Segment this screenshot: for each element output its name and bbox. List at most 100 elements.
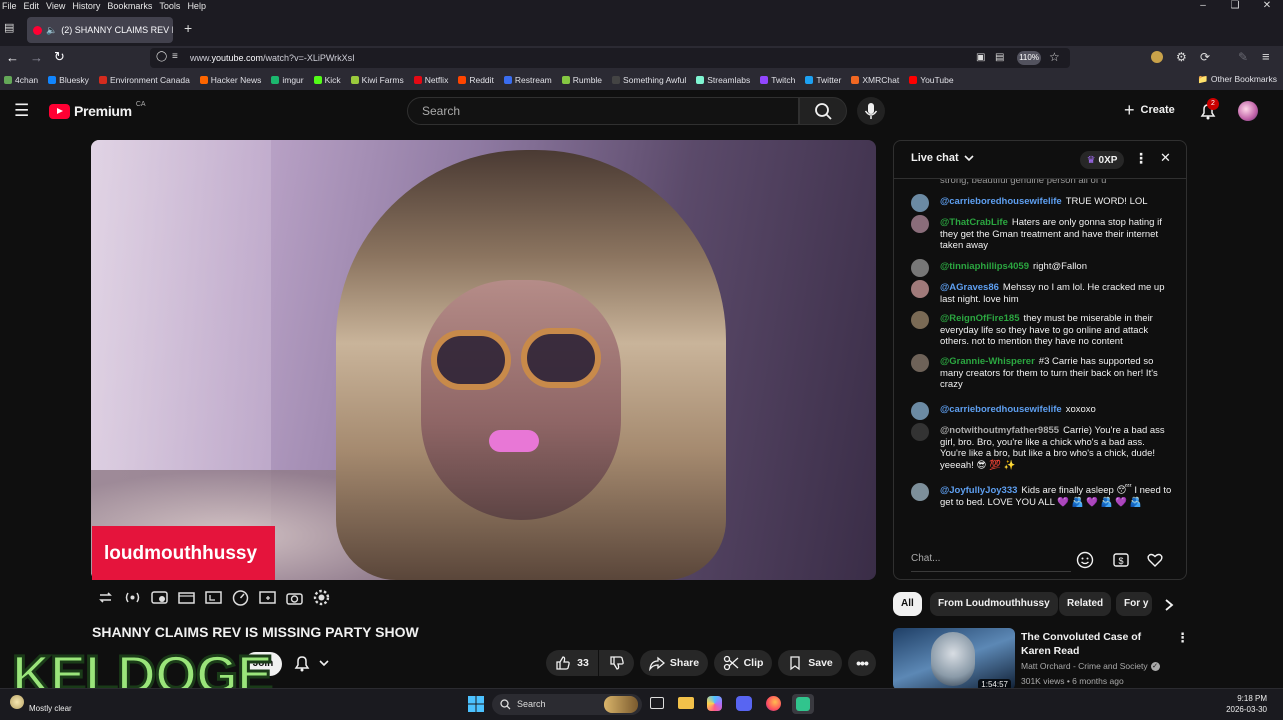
bookmark-item[interactable]: Twitch	[760, 75, 795, 85]
back-icon[interactable]: ←	[6, 50, 19, 65]
bookmark-item[interactable]: Something Awful	[612, 75, 686, 85]
youtube-logo[interactable]: Premium CA	[49, 101, 146, 119]
bookmark-item[interactable]: imgur	[271, 75, 304, 85]
video-player[interactable]	[91, 140, 876, 580]
extensions-icon[interactable]: ⚙	[1176, 50, 1187, 64]
chat-message[interactable]: @ReignOfFire185 they must be miserable in…	[940, 313, 1172, 348]
bookmark-star-icon[interactable]: ☆	[1049, 50, 1060, 64]
chat-author[interactable]: @ThatCrabLife	[940, 217, 1008, 228]
chat-author[interactable]: @Grannie-Whisperer	[940, 356, 1035, 367]
super-chat-icon[interactable]: $	[1112, 551, 1130, 569]
discord-icon[interactable]	[736, 696, 752, 711]
chat-message[interactable]: @Grannie-Whisperer #3 Carrie has supporte…	[940, 356, 1172, 391]
chip-from-channel[interactable]: From Loudmouthhussy	[930, 592, 1058, 616]
firefox-icon[interactable]	[766, 696, 781, 711]
chat-message[interactable]: @notwithoutmyfather9855 Carrie) You're a …	[940, 425, 1172, 471]
heart-icon[interactable]	[1146, 551, 1164, 569]
chat-avatar[interactable]	[911, 259, 929, 277]
create-button[interactable]: + Create	[1124, 101, 1175, 119]
copilot-icon[interactable]	[707, 696, 722, 711]
close-chat-icon[interactable]: ✕	[1160, 150, 1171, 166]
bookmark-item[interactable]: Hacker News	[199, 75, 261, 85]
bookmark-item[interactable]: Kiwi Farms	[350, 75, 404, 85]
bookmark-item[interactable]: Restream	[503, 75, 552, 85]
chat-avatar[interactable]	[911, 311, 929, 329]
save-button[interactable]: Save	[778, 650, 842, 676]
share-button[interactable]: Share	[640, 650, 708, 676]
menu-history[interactable]: History	[70, 1, 105, 11]
chat-mode-dropdown[interactable]: Live chat	[911, 152, 975, 164]
windows-start-icon[interactable]	[467, 695, 485, 713]
camera-icon[interactable]	[285, 588, 304, 607]
related-video-title[interactable]: The Convoluted Case of Karen Read	[1021, 630, 1169, 658]
other-bookmarks[interactable]: 📁 Other Bookmarks	[1198, 74, 1277, 85]
reader-view-icon[interactable]: ▤	[995, 52, 1004, 63]
maximize-icon[interactable]: ❑	[1219, 0, 1251, 12]
tab-youtube[interactable]: 🔈 (2) SHANNY CLAIMS REV IS ✕	[27, 17, 173, 43]
chat-avatar[interactable]	[911, 483, 929, 501]
chat-author[interactable]: @tinniaphillips4059	[940, 261, 1029, 272]
related-video-thumbnail[interactable]: 1:54:57	[893, 628, 1015, 690]
menu-view[interactable]: View	[44, 1, 70, 11]
avatar[interactable]	[1238, 101, 1258, 121]
loop-icon[interactable]	[96, 588, 115, 607]
chat-message[interactable]: @AGraves86 Mehssy no I am lol. He cracked…	[940, 282, 1172, 305]
system-clock[interactable]: 9:18 PM 2026-03-30	[1226, 693, 1267, 715]
screenshot-video-icon[interactable]	[150, 588, 169, 607]
chat-avatar[interactable]	[911, 402, 929, 420]
emoji-icon[interactable]	[1076, 551, 1094, 569]
chat-input[interactable]: Chat...	[911, 546, 1071, 572]
forward-icon[interactable]: →	[30, 50, 43, 65]
hamburger-menu-icon[interactable]: ☰	[14, 101, 29, 121]
chat-message[interactable]: @carrieboredhousewifelife TRUE WORD! LOL	[940, 196, 1172, 208]
task-view-icon[interactable]	[650, 697, 664, 709]
bookmark-item[interactable]: Environment Canada	[98, 75, 190, 85]
more-actions-button[interactable]: •••	[848, 650, 876, 676]
chip-for-you[interactable]: For y	[1116, 592, 1152, 616]
close-window-icon[interactable]: ✕	[1251, 0, 1283, 12]
popup-player-icon[interactable]	[258, 588, 277, 607]
bookmark-item[interactable]: YouTube	[909, 75, 954, 85]
taskbar-search-box[interactable]: Search	[492, 694, 642, 715]
chat-author[interactable]: @carrieboredhousewifelife	[940, 196, 1062, 207]
speed-gauge-icon[interactable]	[231, 588, 250, 607]
menu-help[interactable]: Help	[185, 1, 211, 11]
chat-author[interactable]: @notwithoutmyfather9855	[940, 425, 1059, 436]
picture-in-picture-icon[interactable]: ▣	[976, 52, 985, 63]
like-button[interactable]: 33	[546, 650, 598, 676]
subscribe-notification-button[interactable]	[292, 653, 330, 673]
file-explorer-icon[interactable]	[678, 697, 694, 709]
chat-avatar[interactable]	[911, 423, 929, 441]
bookmark-item[interactable]: Streamlabs	[696, 75, 750, 85]
bookmark-item[interactable]: Rumble	[561, 75, 602, 85]
fit-screen-icon[interactable]	[204, 588, 223, 607]
search-button[interactable]	[799, 97, 847, 125]
chat-avatar[interactable]	[911, 280, 929, 298]
dislike-button[interactable]	[599, 650, 634, 676]
chat-avatar[interactable]	[911, 215, 929, 233]
speaker-icon[interactable]: 🔈	[46, 25, 57, 36]
voice-search-button[interactable]	[857, 97, 885, 125]
weather-moon-icon[interactable]	[10, 695, 24, 709]
chat-author[interactable]: @ReignOfFire185	[940, 313, 1019, 324]
related-more-vertical-icon[interactable]: ⋮	[1176, 630, 1189, 646]
audio-broadcast-icon[interactable]	[123, 588, 142, 607]
chat-message[interactable]: @carrieboredhousewifelife xoxoxo	[940, 404, 1172, 416]
cinema-mode-icon[interactable]	[177, 588, 196, 607]
menu-file[interactable]: File	[0, 1, 22, 11]
zoom-level-badge[interactable]: 110%	[1017, 51, 1041, 65]
tab-list-icon[interactable]: ▤	[4, 21, 14, 34]
extension-cookie-icon[interactable]	[1151, 51, 1163, 63]
chat-author[interactable]: @carrieboredhousewifelife	[940, 404, 1062, 415]
chat-message[interactable]: @ThatCrabLife Haters are only gonna stop …	[940, 217, 1172, 252]
menu-edit[interactable]: Edit	[22, 1, 45, 11]
chat-message[interactable]: @tinniaphillips4059 right@Fallon	[940, 261, 1172, 273]
bookmark-item[interactable]: Reddit	[458, 75, 494, 85]
minimize-icon[interactable]: –	[1187, 0, 1219, 12]
chat-message[interactable]: @JoyfullyJoy333 Kids are finally asleep 😴…	[940, 485, 1172, 508]
chat-author[interactable]: @AGraves86	[940, 282, 999, 293]
notifications-button[interactable]: 2	[1198, 98, 1219, 121]
menu-bookmarks[interactable]: Bookmarks	[105, 1, 157, 11]
settings-gear-icon[interactable]	[312, 588, 331, 607]
url-bar[interactable]: ◯ ≡ www. youtube.com/watch?v=-XLiPWrkXsI	[150, 48, 1070, 68]
